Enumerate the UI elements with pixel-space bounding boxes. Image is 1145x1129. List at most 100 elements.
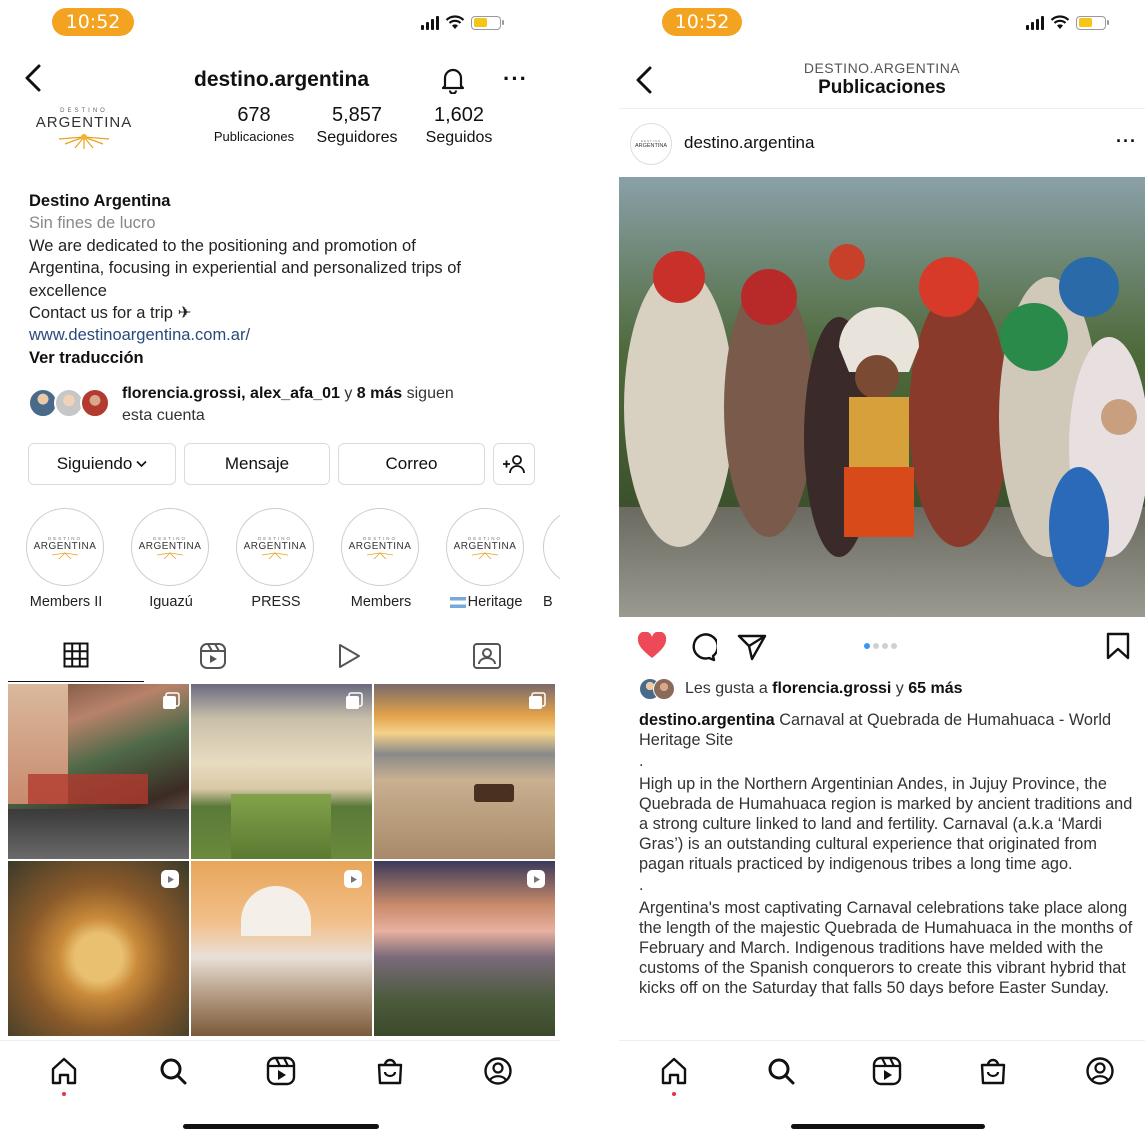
tab-reels[interactable] (199, 642, 227, 675)
sun-icon (58, 134, 110, 149)
stat-followers-label: Seguidores (316, 129, 398, 146)
carousel-pager (864, 643, 897, 649)
carousel-icon (346, 692, 363, 709)
profile-nav-icon[interactable] (1085, 1056, 1115, 1091)
stat-posts-value: 678 (237, 104, 271, 126)
profile-actions: Siguiendo Mensaje Correo (28, 443, 535, 485)
reels-nav-icon[interactable] (872, 1056, 902, 1091)
post-thumbnail[interactable] (374, 684, 555, 859)
comment-icon[interactable] (687, 632, 719, 667)
post-author-avatar[interactable]: DESTINO ARGENTINA (630, 123, 672, 165)
profile-name: Destino Argentina (29, 192, 171, 210)
carousel-icon (163, 692, 180, 709)
highlight-heritage[interactable]: DESTINO ARGENTINA Heritage (446, 508, 526, 610)
post-more-icon[interactable]: ··· (1116, 131, 1137, 152)
chevron-down-icon (136, 460, 147, 468)
profile-nav-icon[interactable] (483, 1056, 513, 1091)
email-button[interactable]: Correo (338, 443, 485, 485)
profile-avatar-logo[interactable]: DESTINO ARGENTINA (28, 108, 140, 154)
post-thumbnail[interactable] (191, 684, 372, 859)
followed-by-text: florencia.grossi, alex_afa_01 y 8 más si… (122, 385, 454, 424)
highlight-label: Members II (29, 594, 103, 610)
tagged-icon (473, 643, 501, 669)
post-thumbnail[interactable] (8, 684, 189, 859)
caption-separator: . (639, 876, 644, 894)
profile-category: Sin fines de lucro (29, 214, 156, 233)
tab-tagged[interactable] (472, 642, 502, 675)
status-time: 10:52 (662, 8, 742, 36)
tab-videos[interactable] (336, 642, 362, 675)
active-tab-indicator (8, 680, 144, 682)
shop-icon[interactable] (375, 1056, 405, 1091)
post-thumbnail[interactable] (8, 861, 189, 1036)
bottom-nav (0, 1040, 560, 1100)
carousel-icon (529, 692, 546, 709)
battery-icon (1076, 15, 1109, 30)
search-icon[interactable] (766, 1056, 796, 1091)
bio-line: Contact us for a trip ✈ (29, 304, 192, 323)
stat-posts[interactable]: 678 Publicaciones (205, 104, 303, 144)
home-icon[interactable] (49, 1056, 79, 1091)
stat-posts-label: Publicaciones (213, 129, 295, 144)
shop-icon[interactable] (978, 1056, 1008, 1091)
more-options-icon[interactable]: ··· (503, 66, 528, 92)
signal-icon (421, 15, 439, 30)
status-bar: 10:52 (619, 8, 1145, 38)
play-icon (339, 644, 360, 668)
likes-text: Les gusta a florencia.grossi y 65 más (685, 680, 963, 697)
bio: Destino Argentina Sin fines de lucro We … (29, 190, 539, 369)
reels-icon (200, 643, 226, 669)
following-button[interactable]: Siguiendo (28, 443, 176, 485)
status-time: 10:52 (52, 8, 134, 36)
highlight-cover: DESTINO ARGENTINA (446, 508, 524, 586)
stat-followers-value: 5,857 (331, 104, 383, 126)
bell-icon[interactable] (440, 66, 466, 99)
highlight-press[interactable]: DESTINO ARGENTINA PRESS (236, 508, 316, 610)
liker-avatars (639, 678, 679, 700)
reels-nav-icon[interactable] (266, 1056, 296, 1091)
search-icon[interactable] (158, 1056, 188, 1091)
status-bar: 10:52 (0, 8, 560, 38)
header-title: Publicaciones (818, 77, 946, 98)
wifi-icon (445, 15, 465, 29)
post-thumbnail[interactable] (374, 861, 555, 1036)
highlight-iguazu[interactable]: DESTINO ARGENTINA Iguazú (131, 508, 211, 610)
stat-followers[interactable]: 5,857 Seguidores (306, 104, 408, 147)
highlight-members-ii[interactable]: DESTINO ARGENTINA Members II (26, 508, 106, 610)
highlight-partial[interactable]: B (543, 508, 560, 610)
wifi-icon (1050, 15, 1070, 29)
website-link[interactable]: www.destinoargentina.com.ar/ (29, 324, 539, 346)
likes-summary[interactable]: Les gusta a florencia.grossi y 65 más (639, 678, 962, 700)
post-thumbnail[interactable] (191, 861, 372, 1036)
header-divider (619, 108, 1145, 109)
system-icons (421, 15, 504, 30)
signal-icon (1026, 15, 1044, 30)
argentina-flag-icon (449, 596, 466, 608)
tab-grid[interactable] (63, 642, 89, 673)
like-heart-icon[interactable] (637, 631, 667, 665)
highlight-label: Members (350, 594, 412, 610)
translate-link[interactable]: Ver traducción (29, 347, 539, 369)
add-user-button[interactable] (493, 443, 535, 485)
back-chevron-icon[interactable] (24, 64, 42, 100)
notification-dot (62, 1092, 66, 1096)
stat-following[interactable]: 1,602 Seguidos (412, 104, 506, 147)
share-icon[interactable] (737, 632, 767, 667)
save-bookmark-icon[interactable] (1106, 632, 1130, 665)
followed-by[interactable]: florencia.grossi, alex_afa_01 y 8 más si… (28, 383, 522, 427)
highlight-cover: DESTINO ARGENTINA (131, 508, 209, 586)
caption-paragraph: High up in the Northern Argentinian Ande… (639, 775, 1133, 873)
highlight-members[interactable]: DESTINO ARGENTINA Members (341, 508, 421, 610)
caption-username[interactable]: destino.argentina (639, 711, 775, 729)
message-button[interactable]: Mensaje (184, 443, 330, 485)
battery-icon (471, 15, 504, 30)
home-indicator (183, 1124, 379, 1129)
highlight-cover: DESTINO ARGENTINA (26, 508, 104, 586)
header-subtitle: DESTINO.ARGENTINA (803, 60, 961, 76)
caption-paragraph: Argentina's most captivating Carnaval ce… (639, 899, 1133, 997)
bio-line: We are dedicated to the positioning and … (29, 236, 416, 255)
post-image[interactable] (619, 177, 1145, 617)
post-author-username[interactable]: destino.argentina (684, 133, 814, 153)
home-icon[interactable] (659, 1056, 689, 1091)
add-person-icon (503, 455, 525, 474)
